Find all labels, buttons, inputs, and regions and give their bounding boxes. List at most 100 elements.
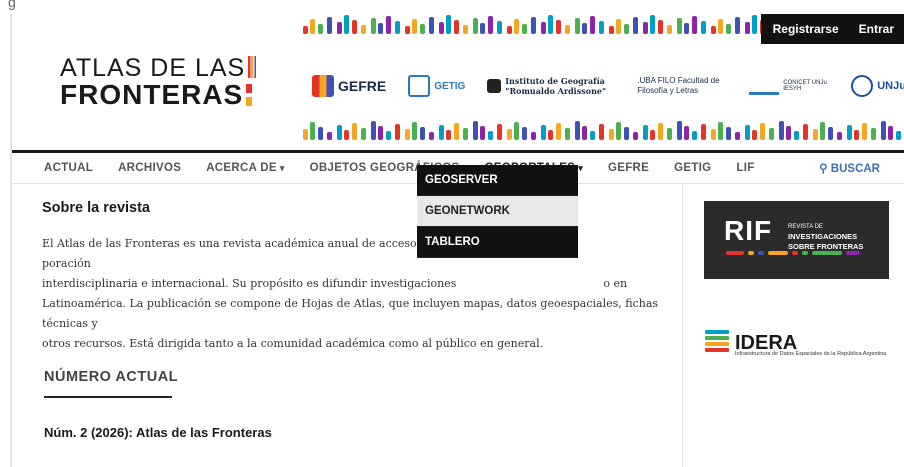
partner-unju[interactable]: UNJu	[851, 75, 904, 97]
stripe-bar	[446, 130, 451, 140]
stripe-bar	[609, 129, 614, 140]
stripe-bar	[429, 17, 434, 34]
about-line2b: o en	[603, 277, 628, 290]
stripe-bar	[769, 128, 774, 140]
decorative-stripe-bottom	[299, 120, 904, 142]
stripe-bar	[854, 130, 859, 140]
stripe-bar	[412, 122, 417, 140]
about-line4: otros recursos. Está dirigida tanto a la…	[42, 337, 544, 350]
stripe-bar	[633, 17, 638, 34]
dropdown-item-geoserver[interactable]: GEOSERVER	[417, 165, 578, 196]
stripe-bar	[378, 126, 383, 140]
stripe-bar	[658, 123, 663, 140]
stripe-bar	[582, 23, 587, 34]
register-link[interactable]: Registrarse	[773, 22, 839, 36]
stripe-bar	[303, 26, 308, 34]
stripe-bar	[896, 131, 901, 140]
stripe-bar	[337, 125, 342, 140]
dropdown-item-geonetwork[interactable]: GEONETWORK	[417, 196, 578, 227]
stripe-bar	[726, 127, 731, 140]
stripe-bar	[677, 18, 682, 34]
partner-gefre[interactable]: GEFRE	[312, 75, 386, 97]
partner-uba[interactable]: .UBA FILO Facultad de Filosofía y Letras	[637, 76, 727, 96]
stripe-bar	[701, 124, 706, 140]
nav-acerca-de-label: ACERCA DE	[206, 162, 277, 174]
stripe-bar	[303, 129, 308, 140]
stripe-bar	[718, 19, 723, 34]
nav-getig[interactable]: GETIG	[674, 162, 711, 174]
stripe-bar	[514, 19, 519, 34]
stripe-bar	[643, 125, 648, 140]
stripe-bar	[609, 26, 614, 34]
stripe-bar	[828, 127, 833, 140]
stripe-bar	[752, 130, 757, 140]
stripe-bar	[684, 23, 689, 34]
idera-subtitle: Infraestructura de Datos Espaciales de l…	[735, 351, 887, 357]
partner-conicet[interactable]: CONICET UNJu IESYH	[749, 78, 829, 95]
stripe-bar	[405, 129, 410, 140]
nav-lif[interactable]: LIF	[736, 162, 754, 174]
stripe-bar	[318, 24, 323, 34]
stripe-bar	[820, 122, 825, 140]
stripe-bar	[677, 121, 682, 140]
stripe-bar	[847, 125, 852, 140]
partner-uba-label: .UBA FILO Facultad de Filosofía y Letras	[637, 76, 720, 95]
nav-actual[interactable]: ACTUAL	[44, 162, 93, 174]
stripe-bar	[624, 127, 629, 140]
stripe-bar	[310, 19, 315, 34]
stripe-bar	[327, 17, 332, 34]
stripe-bar	[405, 26, 410, 34]
stripe-bar	[871, 128, 876, 140]
stripe-bar	[711, 129, 716, 140]
page-title: Sobre la revista	[42, 200, 150, 216]
geoportales-dropdown: GEOSERVER GEONETWORK TABLERO	[417, 165, 578, 258]
partner-getig[interactable]: GETIG	[408, 75, 465, 97]
stripe-bar	[480, 126, 485, 140]
stripe-bar	[718, 122, 723, 140]
stripe-bar	[522, 127, 527, 140]
stripe-bar	[386, 16, 391, 34]
login-link[interactable]: Entrar	[859, 22, 894, 36]
stripe-bar	[531, 17, 536, 34]
search-icon: ⚲	[819, 163, 828, 175]
stripe-bar	[575, 18, 580, 34]
stripe-bar	[371, 18, 376, 34]
stripe-bar	[582, 126, 587, 140]
partner-conicet-label: CONICET UNJu IESYH	[783, 80, 827, 92]
stripe-bar	[361, 128, 366, 140]
stripe-bar	[752, 15, 757, 34]
rif-banner[interactable]: RIF REVISTA DE INVESTIGACIONES SOBRE FRONT…	[704, 201, 889, 279]
stripe-bar	[803, 124, 808, 140]
stripe-bar	[361, 25, 366, 34]
stripe-bar	[667, 128, 672, 140]
gefre-logo-icon	[312, 75, 334, 97]
stripe-bar	[786, 126, 791, 140]
chevron-down-icon: ▾	[578, 163, 584, 173]
about-line3: Latinoamérica. La publicación se compone…	[42, 297, 659, 330]
nav-archivos[interactable]: ARCHIVOS	[118, 162, 181, 174]
dropdown-item-tablero[interactable]: TABLERO	[417, 227, 578, 258]
stripe-bar	[565, 128, 570, 140]
stripe-bar	[760, 123, 765, 140]
nav-gefre[interactable]: GEFRE	[608, 162, 649, 174]
partner-ig[interactable]: Instituto de Geografía "Romualdo Ardisso…	[487, 76, 615, 96]
partner-getig-label: GETIG	[434, 80, 466, 92]
nav-acerca-de[interactable]: ACERCA DE ▾	[206, 162, 284, 174]
search-button[interactable]: ⚲ BUSCAR	[819, 161, 880, 175]
getig-logo-icon	[408, 75, 431, 97]
chevron-down-icon: ▾	[279, 163, 285, 173]
stripe-bar	[463, 128, 468, 140]
stripe-bar	[352, 123, 357, 140]
stripe-bar	[454, 20, 459, 34]
stripe-bar	[541, 125, 546, 140]
stripe-bar	[531, 132, 536, 140]
current-issue-link[interactable]: Núm. 2 (2026): Atlas de las Fronteras	[44, 425, 272, 440]
stripe-bar	[575, 121, 580, 140]
stripe-bar	[395, 124, 400, 140]
site-logo[interactable]: ATLAS DE LAS FRONTERAS	[60, 54, 257, 111]
stripe-bar	[327, 132, 332, 140]
stripe-bar	[667, 25, 672, 34]
stripe-bar	[541, 22, 546, 34]
stripe-bar	[439, 125, 444, 140]
stripe-bar	[599, 124, 604, 140]
